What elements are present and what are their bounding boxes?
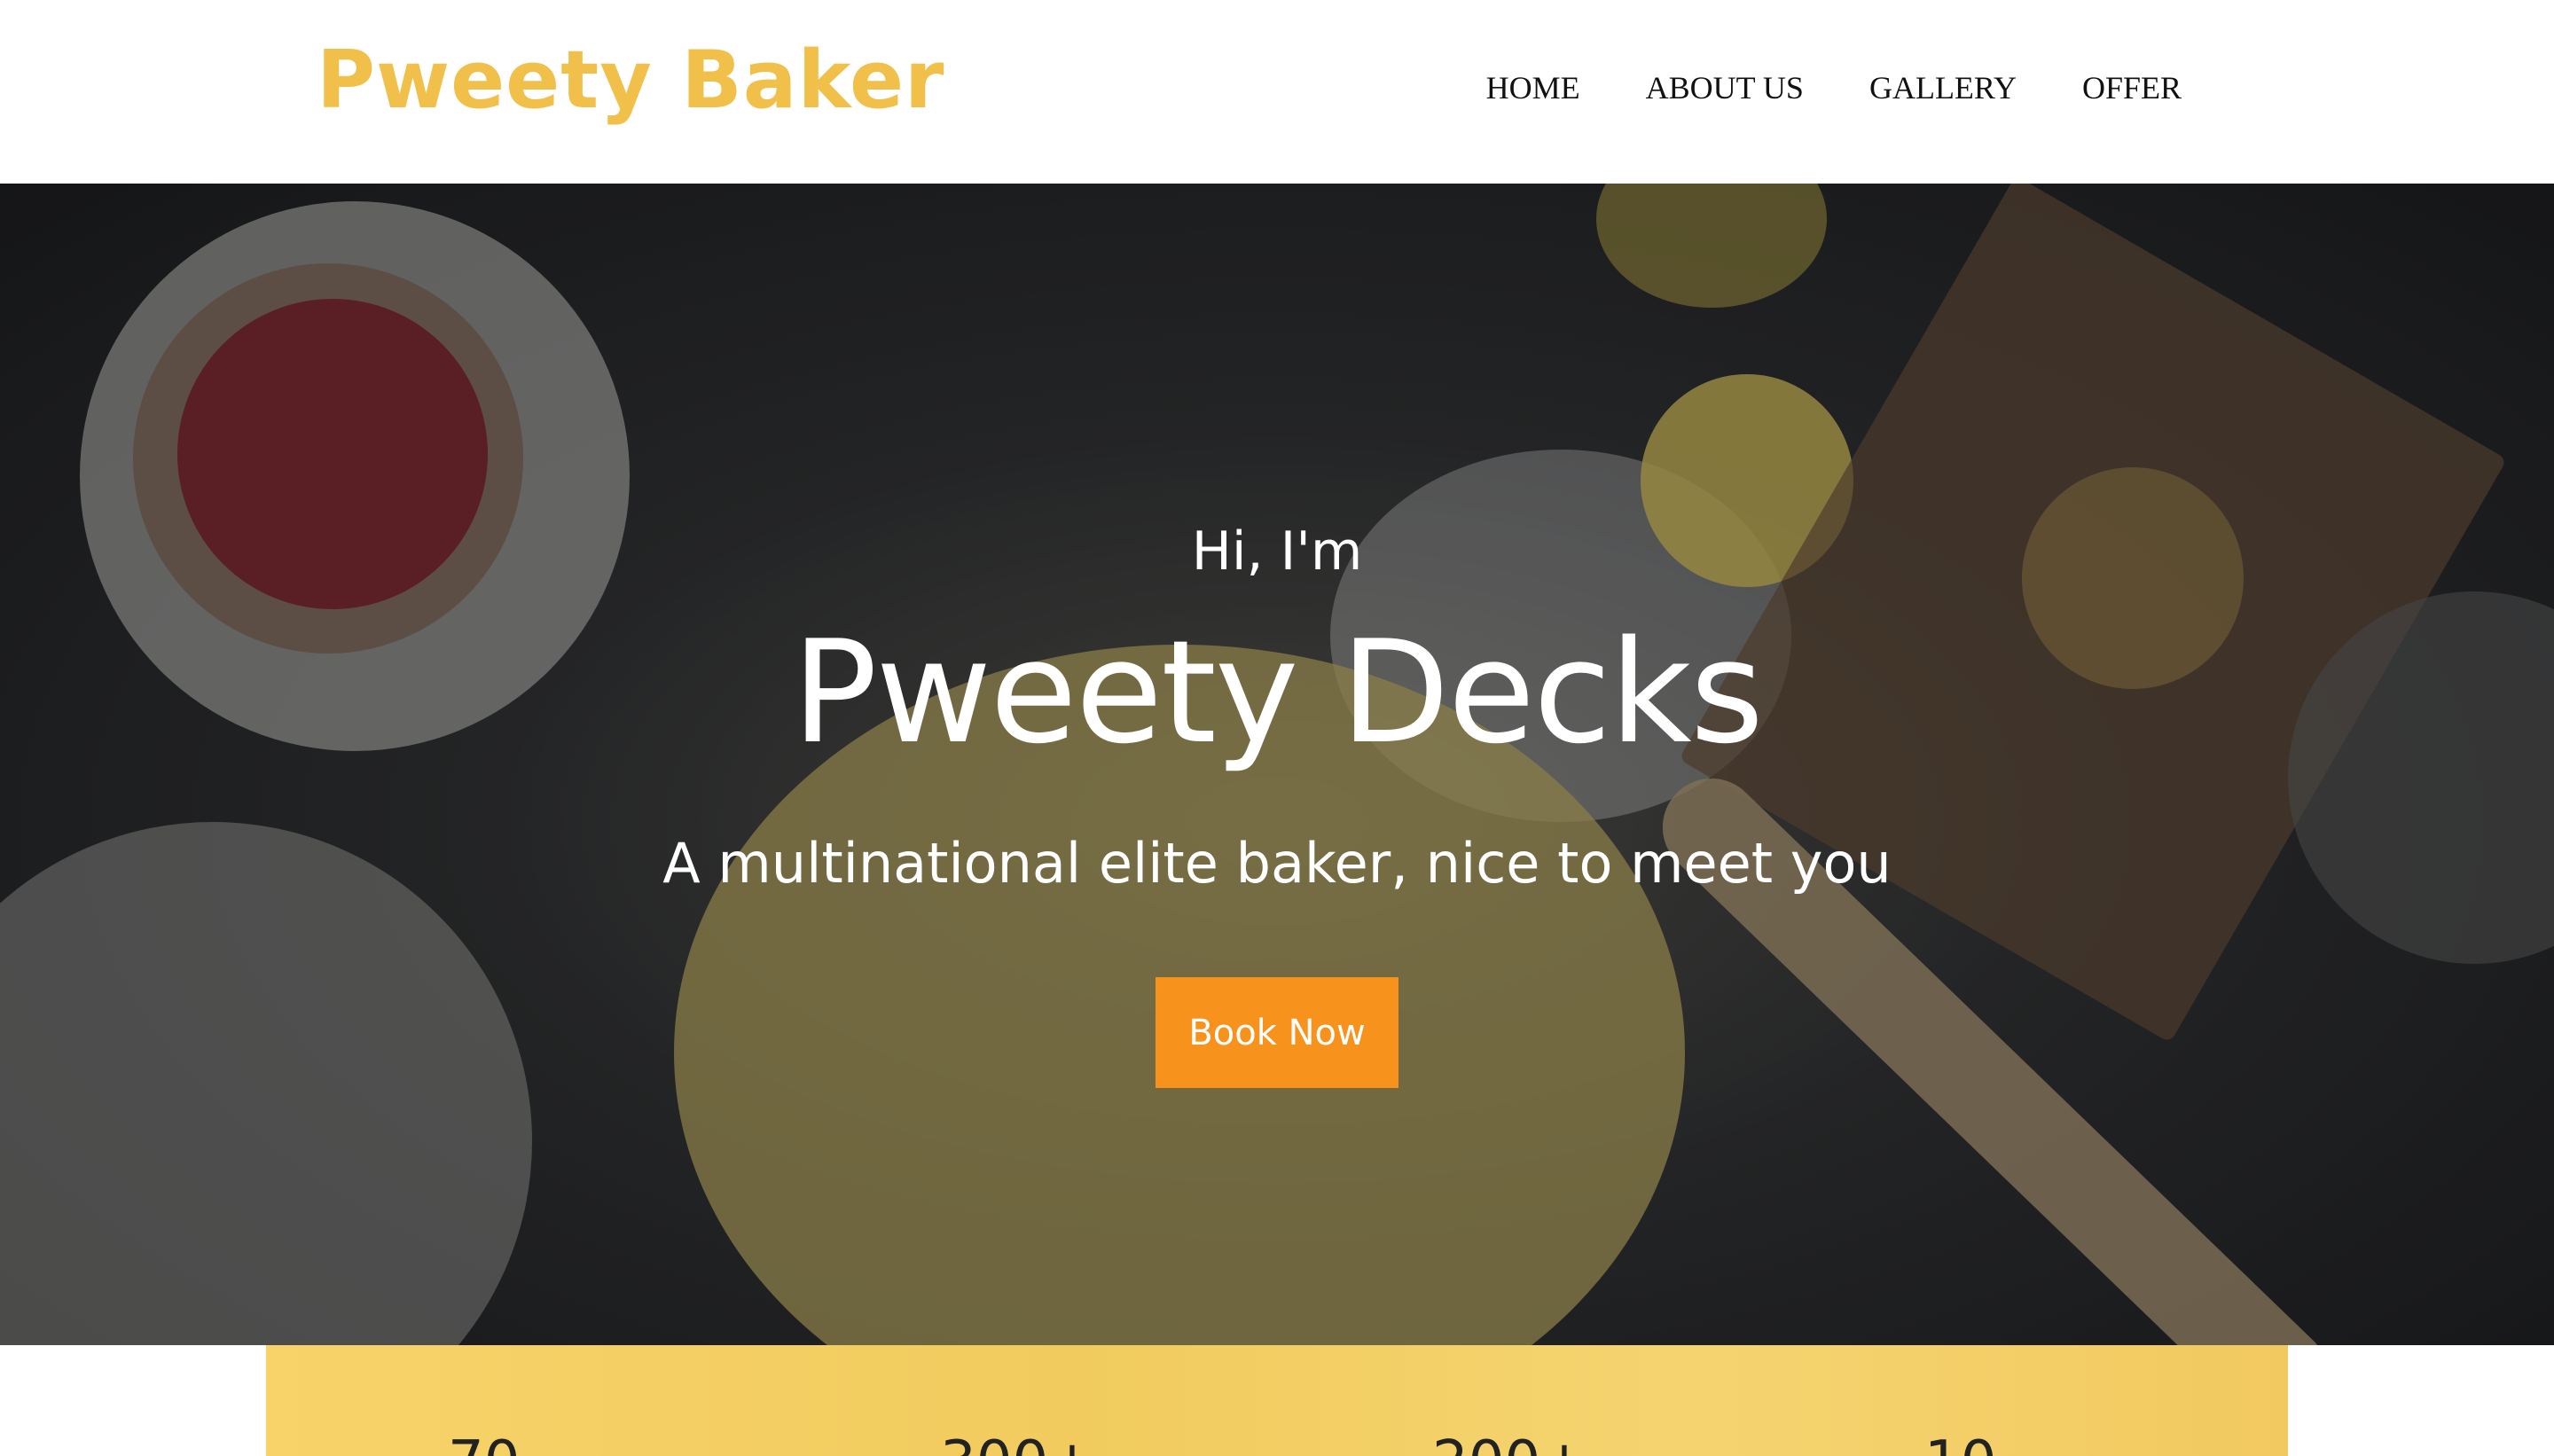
hero-name: Pweety Decks [791, 609, 1764, 775]
nav-offer-link[interactable]: OFFER [2082, 69, 2182, 106]
main-nav: HOME ABOUT US GALLERY OFFER [1486, 69, 2182, 106]
site-logo[interactable]: Pweety Baker [317, 34, 944, 127]
hero-greeting: Hi, I'm [1191, 521, 1363, 583]
nav-gallery-link[interactable]: GALLERY [1869, 69, 2017, 106]
book-now-button[interactable]: Book Now [1156, 977, 1398, 1088]
stat-value: 300+ [940, 1429, 1096, 1456]
nav-about-link[interactable]: ABOUT US [1646, 69, 1804, 106]
stat-value: 200+ [1432, 1429, 1588, 1456]
nav-home-link[interactable]: HOME [1486, 69, 1580, 106]
stats-band: 70 300+ 200+ 10 [266, 1345, 2288, 1456]
stat-value: 10 [1924, 1429, 1996, 1456]
stat-value: 70 [448, 1429, 520, 1456]
hero-section: Hi, I'm Pweety Decks A multinational eli… [0, 184, 2554, 1345]
hero-tagline: A multinational elite baker, nice to mee… [662, 831, 1892, 896]
site-header: Pweety Baker HOME ABOUT US GALLERY OFFER [0, 0, 2554, 184]
